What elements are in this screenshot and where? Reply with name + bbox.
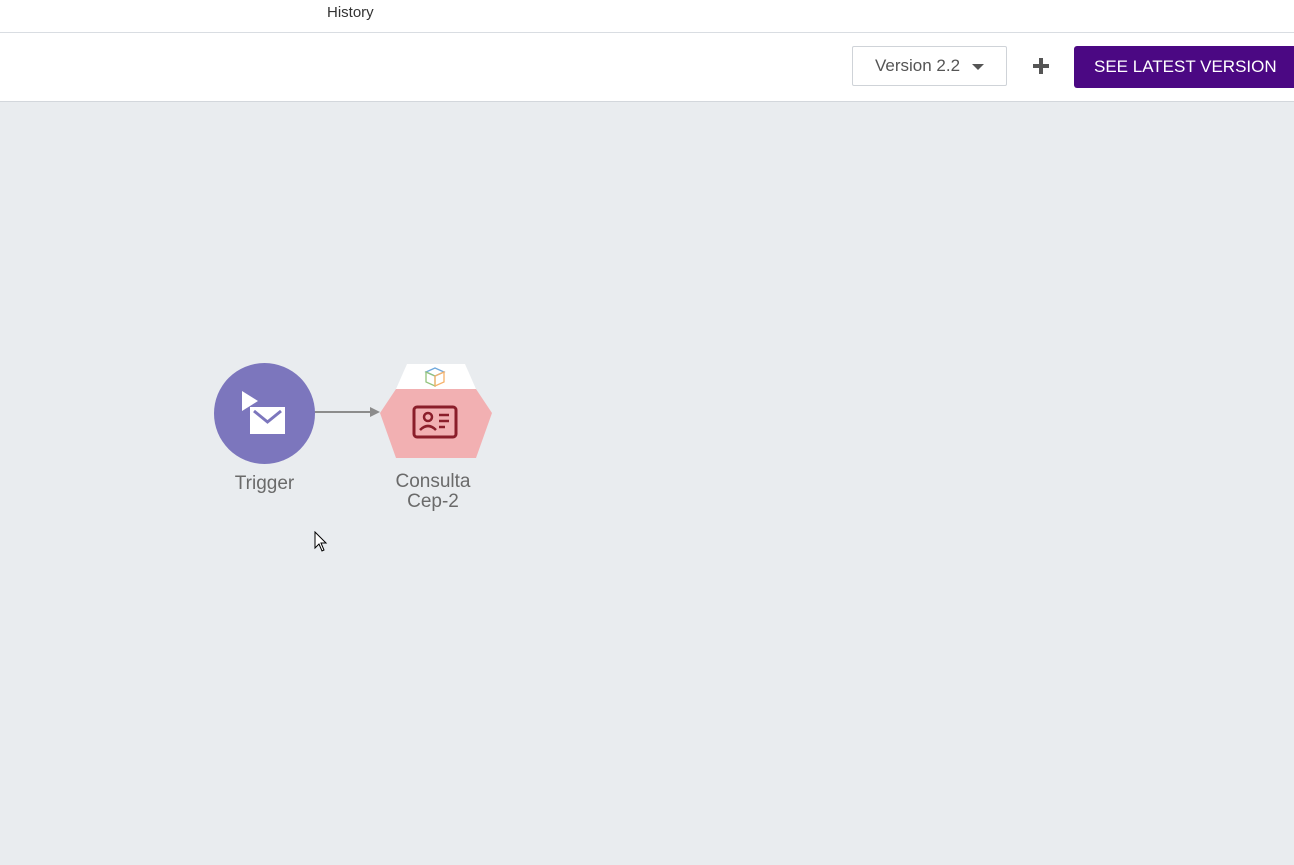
top-navigation-bar: History xyxy=(0,0,1294,33)
plus-icon xyxy=(1033,58,1049,74)
tab-history[interactable]: History xyxy=(327,4,374,21)
email-trigger-icon xyxy=(242,391,285,434)
version-select[interactable]: Version 2.2 xyxy=(852,46,1007,86)
add-version-button[interactable] xyxy=(1026,51,1056,81)
trigger-node[interactable] xyxy=(214,363,315,464)
consulta-node-label-line2: Cep-2 xyxy=(407,491,459,512)
consulta-node-shape xyxy=(380,364,492,458)
consulta-cep-2-node[interactable] xyxy=(378,362,494,464)
see-latest-version-button[interactable]: SEE LATEST VERSION xyxy=(1074,46,1294,88)
caret-down-icon xyxy=(972,64,985,70)
version-toolbar: Version 2.2 SEE LATEST VERSION xyxy=(0,33,1294,102)
consulta-node-label: Consulta Cep-2 xyxy=(373,472,493,512)
version-select-value: Version 2.2 xyxy=(874,56,961,75)
connector-arrow xyxy=(314,407,380,417)
trigger-node-label: Trigger xyxy=(234,473,295,494)
consulta-node-label-line1: Consulta xyxy=(395,471,471,492)
flow-canvas[interactable]: Trigger Consulta Cep-2 xyxy=(0,102,1294,865)
mouse-cursor-icon xyxy=(314,531,328,552)
